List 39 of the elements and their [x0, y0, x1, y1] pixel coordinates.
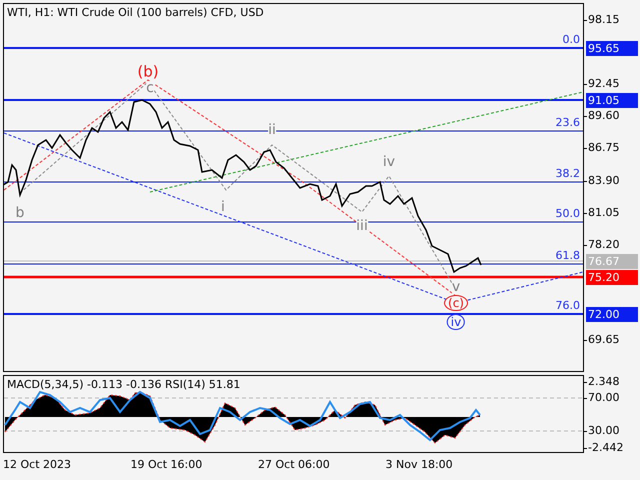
time-axis-label: 12 Oct 2023 [3, 458, 72, 471]
wave-label: iv [446, 314, 466, 330]
wave-label: iii [356, 219, 368, 233]
time-axis-label: 19 Oct 16:00 [130, 458, 202, 471]
wave-label: iv [382, 155, 396, 169]
wave-label: (b) [137, 64, 159, 80]
price-tag: 72.00 [586, 307, 638, 322]
indicator-axis-label: 30.00 [588, 424, 620, 437]
fibonacci-level-label: 23.6 [556, 116, 580, 129]
fibonacci-level-label: 38.2 [556, 167, 580, 180]
price-axis-label: 69.65 [588, 333, 620, 346]
indicator-axis-label: 2.348 [588, 375, 620, 388]
indicator-title: MACD(5,34,5) -0.113 -0.136 RSI(14) 51.81 [7, 378, 240, 391]
price-tag: 76.67 [586, 254, 638, 269]
indicator-axis-label: 70.00 [588, 391, 620, 404]
price-axis-label: 86.75 [588, 141, 620, 154]
price-axis-label: 81.05 [588, 206, 620, 219]
chart-title: WTI, H1: WTI Crude Oil (100 barrels) CFD, USD [7, 6, 264, 19]
price-axis-label: 92.45 [588, 77, 620, 90]
price-tag: 91.05 [586, 93, 638, 108]
wave-label: b [16, 206, 24, 220]
price-tag: 75.20 [586, 270, 638, 285]
price-axis-label: 83.90 [588, 174, 620, 187]
wave-label: v [452, 280, 460, 294]
fibonacci-level-label: 50.0 [556, 207, 580, 220]
wave-label: i [221, 200, 225, 214]
price-axis-label: 98.15 [588, 13, 620, 26]
price-axis-label: 78.20 [588, 238, 620, 251]
time-axis-label: 3 Nov 18:00 [386, 458, 453, 471]
price-axis-label: 89.60 [588, 109, 620, 122]
fibonacci-level-label: 61.8 [556, 249, 580, 262]
wave-label: c [146, 81, 154, 95]
wave-label: ii [268, 123, 276, 137]
fibonacci-level-label: 76.0 [556, 299, 580, 312]
wave-label: (c) [444, 295, 468, 311]
time-axis-label: 27 Oct 06:00 [258, 458, 330, 471]
price-tag: 95.65 [586, 41, 638, 56]
indicator-axis-label: -2.442 [588, 441, 624, 454]
fibonacci-level-label: 0.0 [562, 33, 580, 46]
